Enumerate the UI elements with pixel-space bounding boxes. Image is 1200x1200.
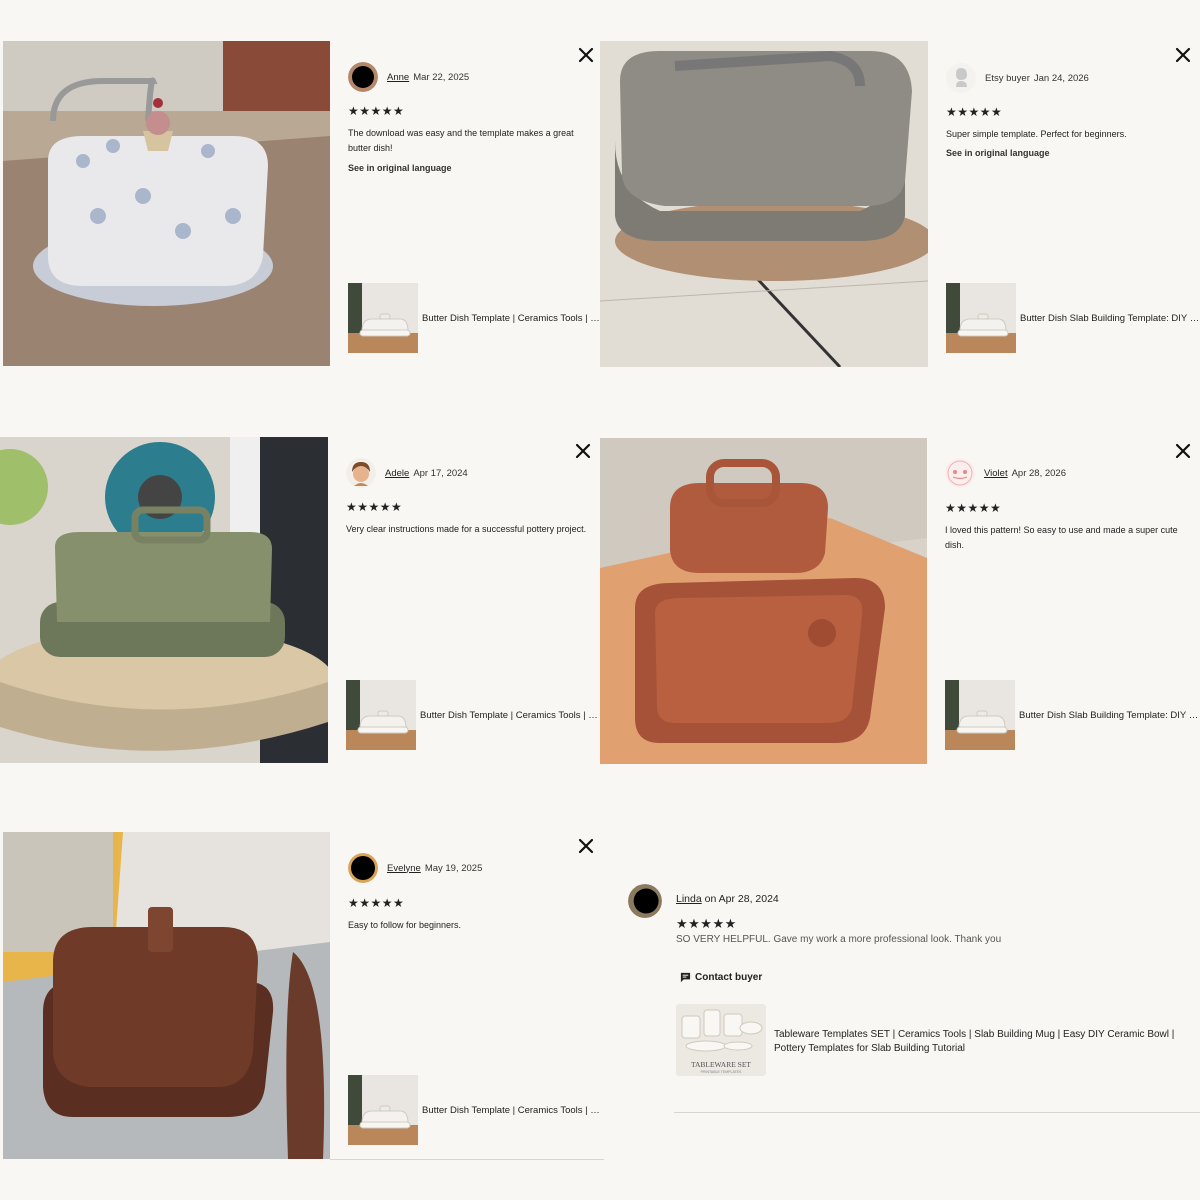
product-link[interactable]: Butter Dish Template | Ceramics Tools | … [346, 680, 600, 750]
reviewer-avatar [348, 62, 378, 92]
review-text: Easy to follow for beginners. [348, 920, 462, 930]
tableware-set-label: TABLEWARE SET [691, 1060, 751, 1069]
reviewer-line: Violet Apr 28, 2026 [945, 458, 1066, 488]
reviewer-name: Etsy buyer [985, 72, 1030, 84]
review-panel: Evelyne May 19, 2025 ★★★★★ Easy to follow… [340, 832, 604, 1159]
star-rating: ★★★★★ [348, 104, 405, 118]
product-link[interactable]: Butter Dish Slab Building Template: DIY … [945, 680, 1200, 750]
reviewer-name[interactable]: Linda [676, 893, 702, 905]
review-photo-brown-butter-dish[interactable] [3, 832, 330, 1159]
reviewer-avatar [346, 458, 376, 488]
divider [330, 1159, 604, 1160]
review-listing: Linda on Apr 28, 2024 ★★★★★ SO VERY HELP… [628, 884, 1200, 1114]
product-title-line1: Tableware Templates SET | Ceramics Tools… [774, 1029, 1175, 1040]
product-title: Tableware Templates SET | Ceramics Tools… [774, 1028, 1174, 1056]
reviewer-line: Adele Apr 17, 2024 [346, 458, 468, 488]
reviewer-line: Anne Mar 22, 2025 [348, 62, 469, 92]
see-original-language-link[interactable]: See in original language [348, 163, 452, 173]
contact-buyer-label: Contact buyer [695, 972, 763, 983]
product-link[interactable]: Butter Dish Template | Ceramics Tools | … [348, 283, 600, 353]
product-thumbnail [348, 1075, 418, 1145]
star-rating: ★★★★★ [346, 500, 403, 514]
review-photo-terracotta-butter-dish[interactable] [600, 438, 927, 764]
product-title: Butter Dish Slab Building Template: DIY … [1019, 709, 1200, 721]
review-text: I loved this pattern! So easy to use and… [945, 525, 1178, 550]
product-thumbnail [945, 680, 1015, 750]
review-date: Jan 24, 2026 [1033, 72, 1089, 84]
review-date: Apr 28, 2026 [1011, 467, 1066, 479]
product-link[interactable]: Butter Dish Template | Ceramics Tools | … [348, 1075, 604, 1145]
reviewer-name[interactable]: Anne [387, 72, 409, 83]
review-text: Super simple template. Perfect for begin… [946, 129, 1127, 139]
product-link[interactable]: TABLEWARE SET PRINTABLE TEMPLATES Tablew… [676, 1004, 1196, 1076]
printable-templates-label: PRINTABLE TEMPLATES [701, 1070, 742, 1074]
product-title: Butter Dish Template | Ceramics Tools | … [422, 1104, 604, 1116]
reviewer-avatar [348, 853, 378, 883]
review-photo-green-butter-dish[interactable] [0, 437, 328, 763]
close-icon[interactable] [577, 837, 595, 855]
star-rating: ★★★★★ [945, 501, 1002, 515]
product-title: Butter Dish Template | Ceramics Tools | … [422, 312, 600, 324]
review-panel: Etsy buyer Jan 24, 2026 ★★★★★ Super simpl… [938, 41, 1200, 367]
close-icon[interactable] [577, 46, 595, 64]
reviewer-avatar [946, 63, 976, 93]
close-icon[interactable] [574, 442, 592, 460]
review-panel: Adele Apr 17, 2024 ★★★★★ Very clear instr… [338, 437, 600, 763]
chat-bubble-icon [680, 972, 691, 983]
close-icon[interactable] [1174, 46, 1192, 64]
product-thumbnail [346, 680, 416, 750]
star-rating: ★★★★★ [946, 105, 1003, 119]
divider [674, 1112, 1200, 1113]
reviewer-name[interactable]: Evelyne [387, 863, 421, 874]
review-date: on Apr 28, 2024 [704, 893, 779, 905]
review-date: Mar 22, 2025 [413, 71, 470, 83]
product-thumbnail [348, 283, 418, 353]
review-photo-white-butter-dish[interactable] [3, 41, 330, 366]
star-rating: ★★★★★ [348, 896, 405, 910]
reviewer-line: Linda on Apr 28, 2024 [676, 893, 779, 905]
product-link[interactable]: Butter Dish Slab Building Template: DIY … [946, 283, 1200, 353]
review-panel: Violet Apr 28, 2026 ★★★★★ I loved this pa… [937, 438, 1200, 764]
review-date: May 19, 2025 [424, 862, 483, 874]
product-title-line2: Pottery Templates for Slab Building Tuto… [774, 1043, 966, 1054]
star-rating: ★★★★★ [676, 916, 737, 931]
product-thumbnail: TABLEWARE SET PRINTABLE TEMPLATES [676, 1004, 766, 1076]
close-icon[interactable] [1174, 442, 1192, 460]
contact-buyer-button[interactable]: Contact buyer [680, 972, 762, 983]
review-photo-grey-butter-dish[interactable] [600, 41, 928, 367]
reviewer-line: Evelyne May 19, 2025 [348, 853, 482, 883]
see-original-language-link[interactable]: See in original language [946, 148, 1050, 158]
review-text: SO VERY HELPFUL. Gave my work a more pro… [676, 934, 1002, 945]
product-title: Butter Dish Slab Building Template: DIY … [1020, 312, 1200, 324]
review-text: Very clear instructions made for a succe… [346, 524, 587, 534]
reviewer-name[interactable]: Violet [984, 468, 1008, 479]
review-date: Apr 17, 2024 [413, 467, 468, 479]
reviewer-name[interactable]: Adele [385, 468, 409, 479]
review-text: The download was easy and the template m… [348, 128, 574, 153]
product-thumbnail [946, 283, 1016, 353]
review-panel: Anne Mar 22, 2025 ★★★★★ The download was … [340, 41, 600, 366]
product-title: Butter Dish Template | Ceramics Tools | … [420, 709, 600, 721]
reviewer-avatar [628, 884, 662, 918]
reviewer-avatar [945, 458, 975, 488]
reviewer-line: Etsy buyer Jan 24, 2026 [946, 63, 1089, 93]
